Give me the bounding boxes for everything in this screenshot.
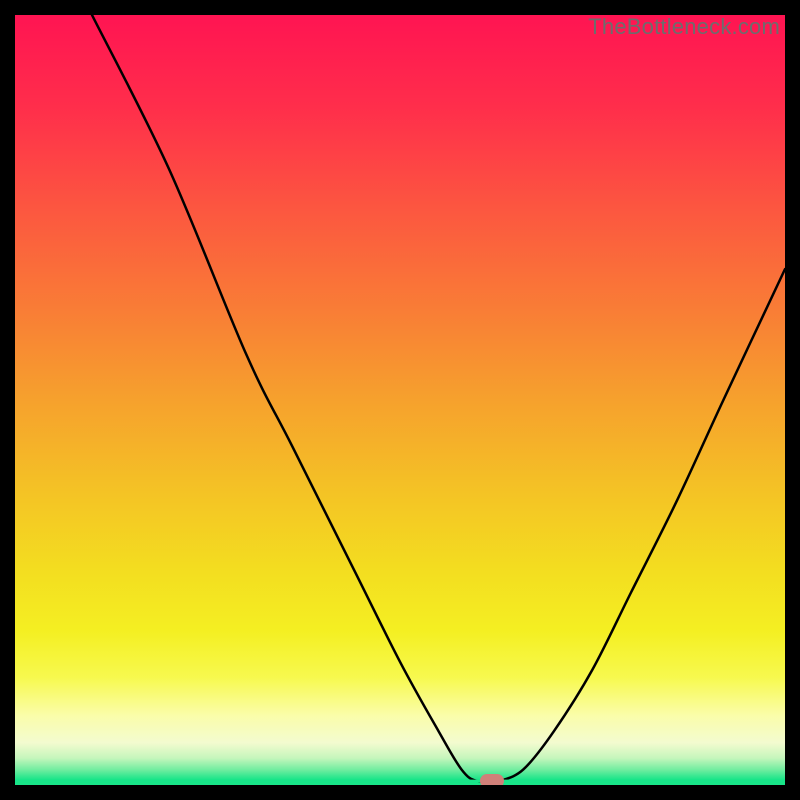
gradient-background	[15, 15, 785, 785]
plot-area	[15, 15, 785, 785]
chart-frame: TheBottleneck.com	[0, 0, 800, 800]
optimal-marker	[480, 774, 504, 785]
watermark-text: TheBottleneck.com	[588, 14, 780, 40]
